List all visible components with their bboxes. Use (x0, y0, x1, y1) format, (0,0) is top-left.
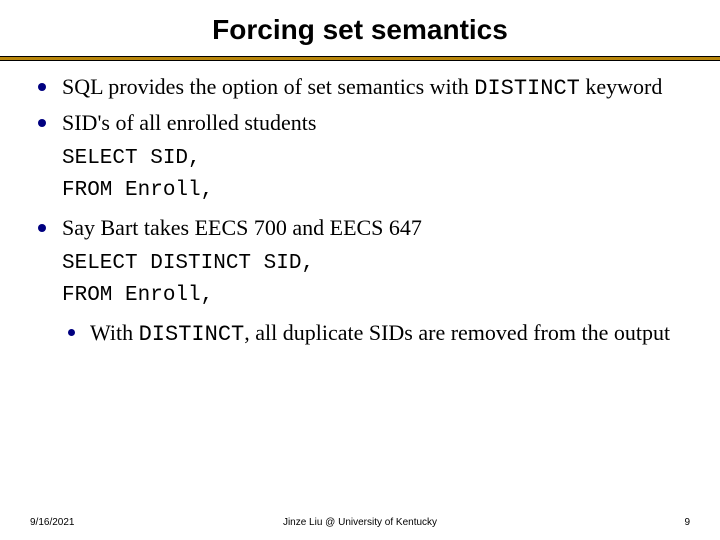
slide-content: SQL provides the option of set semantics… (0, 61, 720, 350)
code1-line1: SELECT SID, (62, 147, 201, 170)
code-block-1: SELECT SID, FROM Enroll, (62, 143, 686, 206)
sub-bullet-post: , all duplicate SIDs are removed from th… (244, 320, 670, 345)
sub-bullet-code: DISTINCT (139, 322, 245, 347)
bullet-list: SQL provides the option of set semantics… (34, 73, 686, 137)
footer-date: 9/16/2021 (30, 517, 75, 528)
sub-bullet-list: With DISTINCT, all duplicate SIDs are re… (62, 319, 686, 349)
footer-page: 9 (684, 517, 690, 528)
sub-list-wrap: With DISTINCT, all duplicate SIDs are re… (62, 319, 686, 349)
code-block-2: SELECT DISTINCT SID, FROM Enroll, (62, 248, 686, 311)
sub-bullet-pre: With (90, 320, 139, 345)
bullet-2-text: SID's of all enrolled students (62, 110, 316, 135)
bullet-3-text: Say Bart takes EECS 700 and EECS 647 (62, 215, 422, 240)
bullet-2: SID's of all enrolled students (34, 109, 686, 137)
slide: Forcing set semantics SQL provides the o… (0, 0, 720, 540)
sub-bullet-1: With DISTINCT, all duplicate SIDs are re… (62, 319, 686, 349)
bullet-1-text-post: keyword (580, 74, 662, 99)
code2-line1: SELECT DISTINCT SID, (62, 252, 314, 275)
bullet-1: SQL provides the option of set semantics… (34, 73, 686, 103)
bullet-1-code: DISTINCT (474, 76, 580, 101)
bullet-3: Say Bart takes EECS 700 and EECS 647 (34, 214, 686, 242)
bullet-list-2: Say Bart takes EECS 700 and EECS 647 (34, 214, 686, 242)
bullet-1-text-pre: SQL provides the option of set semantics… (62, 74, 474, 99)
footer: 9/16/2021 Jinze Liu @ University of Kent… (0, 517, 720, 528)
code2-line2: FROM Enroll, (62, 284, 213, 307)
code1-line2: FROM Enroll, (62, 179, 213, 202)
footer-center: Jinze Liu @ University of Kentucky (0, 517, 720, 528)
slide-title: Forcing set semantics (0, 0, 720, 56)
